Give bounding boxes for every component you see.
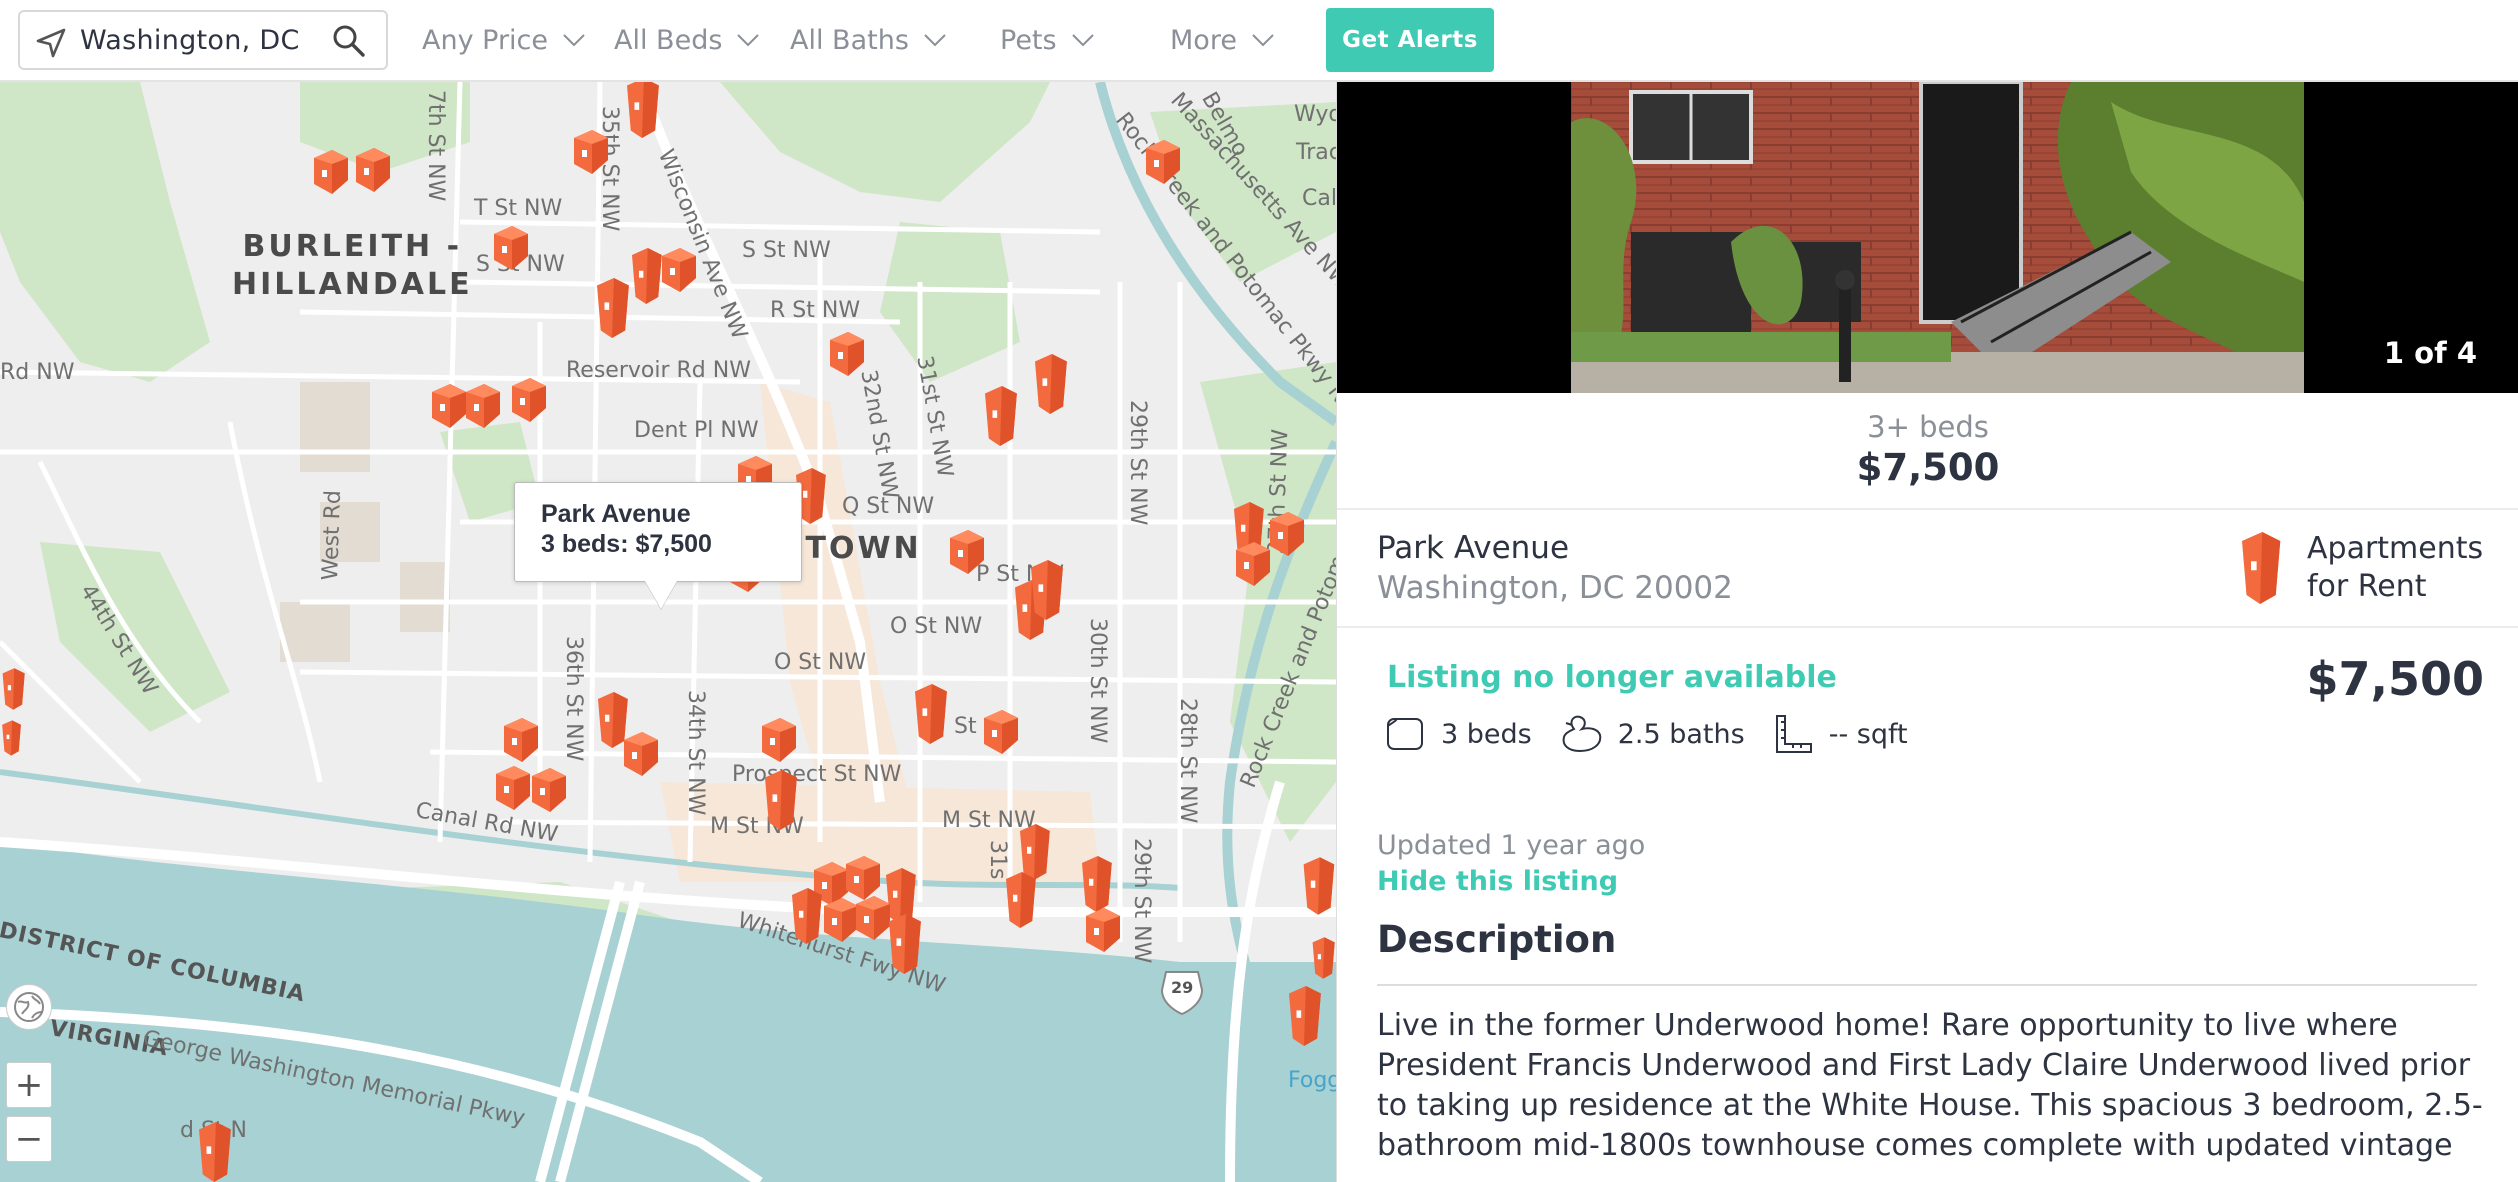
listing-address: Park Avenue Washington, DC 20002 [1377,530,1733,606]
magnifier-icon[interactable] [332,24,366,62]
beds-spec: 3 beds [1385,716,1532,752]
updated-timestamp: Updated 1 year ago [1377,830,1646,861]
search-box[interactable] [18,10,388,70]
chevron-down-icon [1071,34,1094,47]
ruler-icon [1775,715,1812,753]
description-heading: Description [1377,918,1617,961]
divider [1337,508,2518,510]
popup-title: Park Avenue [541,500,691,528]
baths-spec: 2.5 baths [1560,715,1745,753]
beds-filter-label: All Beds [614,24,723,56]
divider [1337,626,2518,628]
property-type-line1: Apartments [2307,531,2484,566]
listing-detail-panel: 1 of 4 3+ beds $7,500 Park Avenue Washin… [1336,82,2518,1182]
price-filter[interactable]: Any Price [422,20,586,60]
baths-filter-label: All Baths [790,24,909,56]
rubber-duck-icon [1562,715,1601,753]
listing-summary: 3+ beds $7,500 [1337,410,2518,489]
price-filter-label: Any Price [422,24,549,56]
globe-icon[interactable] [6,984,52,1030]
chevron-down-icon [924,34,946,47]
bed-icon [1387,718,1423,750]
hide-listing-link[interactable]: Hide this listing [1377,866,1618,897]
get-alerts-button[interactable]: Get Alerts [1326,8,1494,72]
listing-pins-layer [2,82,1335,1182]
map[interactable]: BURLEITH - HILLANDALE ETOWN 7th St NW 35t… [0,82,1336,1182]
apartment-building-icon [2242,532,2281,604]
description-text: Live in the former Underwood home! Rare … [1377,1008,2483,1163]
pets-filter-label: Pets [1000,24,1057,56]
place-label: Fogg [1288,1068,1336,1093]
availability-status: Listing no longer available [1387,660,1837,695]
beds-value: 3 beds [1441,718,1532,750]
chevron-down-icon [1252,34,1274,47]
chevron-down-icon [563,34,585,47]
popup-subtitle: 3 beds: $7,500 [541,530,712,558]
baths-filter[interactable]: All Baths [790,20,947,60]
listing-photo[interactable] [1571,82,2304,393]
pets-filter[interactable]: Pets [1000,20,1095,60]
listing-price: $7,500 [2306,652,2484,706]
divider [1377,984,2477,986]
map-popup[interactable]: Park Avenue 3 beds: $7,500 [514,482,802,582]
photo-gallery[interactable]: 1 of 4 [1337,82,2518,393]
more-filter[interactable]: More [1170,20,1275,60]
photo-counter: 1 of 4 [2383,336,2477,370]
listing-city: Washington, DC 20002 [1377,570,1733,606]
search-input[interactable] [80,20,330,60]
listing-pin [2,82,1335,1182]
sqft-value: -- sqft [1828,718,1908,750]
price-summary: $7,500 [1856,446,2000,489]
zoom-in-button[interactable]: + [6,1062,52,1108]
beds-summary: 3+ beds [1867,410,1989,444]
navigation-arrow-icon[interactable] [34,26,68,64]
baths-value: 2.5 baths [1617,718,1745,750]
sqft-spec: -- sqft [1773,714,1908,754]
property-type: Apartments for Rent [2237,530,2483,606]
listing-name: Park Avenue [1377,530,1570,566]
zoom-out-button[interactable]: − [6,1116,52,1162]
property-type-line2: for Rent [2307,569,2427,604]
beds-filter[interactable]: All Beds [614,20,760,60]
chevron-down-icon [737,34,760,47]
filter-bar: Any Price All Beds All Baths Pets More G… [0,0,2518,82]
more-filter-label: More [1170,24,1237,56]
listing-specs: 3 beds 2.5 baths -- sqft [1385,714,1922,754]
